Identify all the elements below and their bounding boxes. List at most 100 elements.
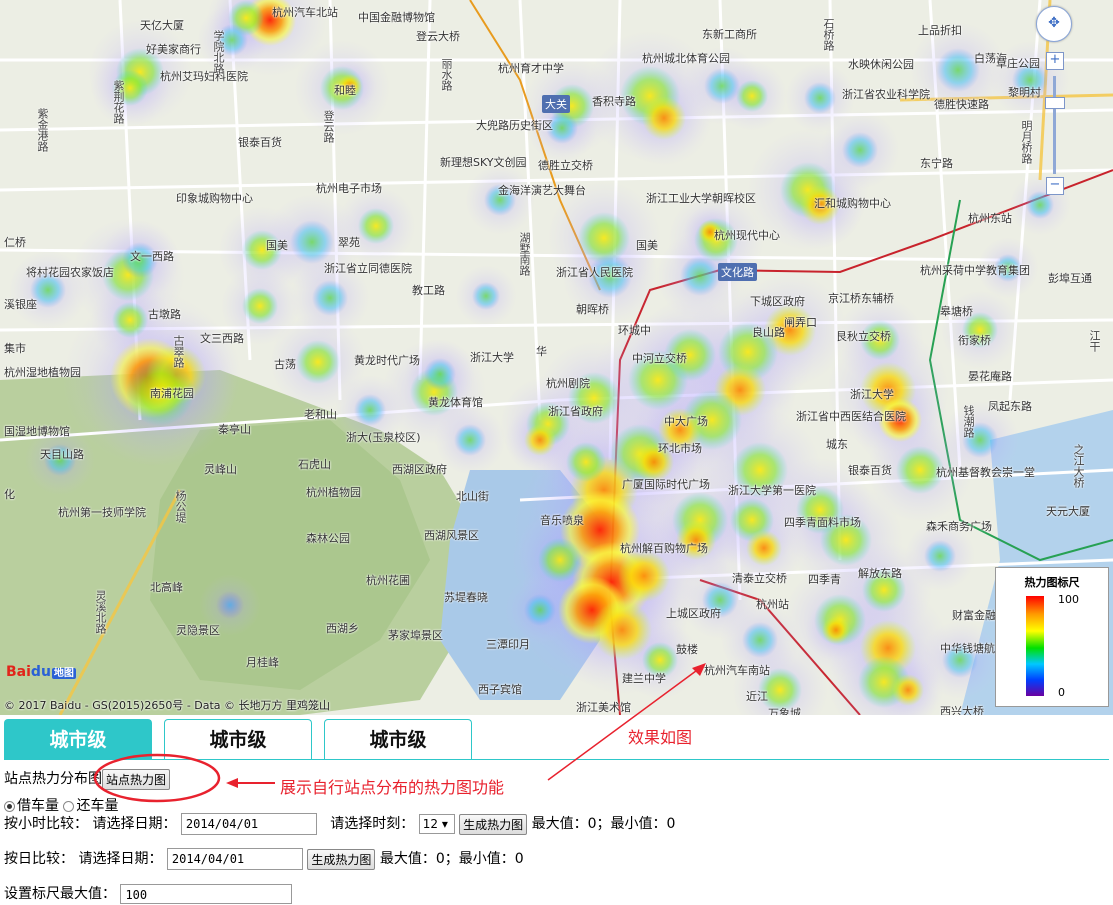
map-place-label[interactable]: 德胜快速路 — [934, 96, 989, 112]
map-place-label[interactable]: 教工路 — [412, 282, 445, 298]
map-place-label[interactable]: 浙江工业大学朝晖校区 — [646, 190, 756, 206]
map-place-label[interactable]: 杭州基督教会崇一堂 — [936, 464, 1035, 480]
map-place-label[interactable]: 天元大厦 — [1046, 503, 1090, 519]
return-radio[interactable] — [63, 800, 75, 812]
map-place-label[interactable]: 清泰立交桥 — [732, 570, 787, 586]
borrow-radio[interactable] — [4, 800, 15, 812]
map-place-label[interactable]: 浙大(玉泉校区) — [346, 429, 421, 445]
map-place-label[interactable]: 文三西路 — [200, 330, 244, 346]
map-place-label[interactable]: 国美 — [636, 237, 658, 253]
map-place-label[interactable]: 华 — [536, 343, 547, 359]
daily-date-input[interactable]: 2014/04/01 — [166, 848, 303, 870]
map-place-label[interactable]: 金海洋演艺大舞台 — [498, 182, 586, 198]
map-place-label[interactable]: 黎明村 — [1008, 84, 1041, 100]
station-heatmap-button[interactable]: 站点热力图 — [102, 768, 171, 790]
map-place-label[interactable]: 西子宾馆 — [478, 681, 522, 697]
map-place-label[interactable]: 城东 — [826, 436, 848, 452]
map-place-label[interactable]: 北高峰 — [150, 579, 183, 595]
map-place-label[interactable]: 杭州植物园 — [306, 484, 361, 500]
map-place-label[interactable]: 浙江美术馆 — [576, 699, 631, 715]
map-place-label[interactable]: 皋塘桥 — [940, 303, 973, 319]
map-place-label[interactable]: 仁桥 — [4, 234, 26, 250]
map-place-label[interactable]: 溪银座 — [4, 296, 37, 312]
map-place-label[interactable]: 近江 — [746, 688, 768, 704]
map-place-label[interactable]: 杭州站 — [756, 596, 789, 612]
map-place-label[interactable]: 杭州现代中心 — [714, 227, 780, 243]
map-place-label[interactable]: 印象城购物中心 — [176, 190, 253, 206]
map-place-label[interactable]: 新理想SKY文创园 — [440, 154, 527, 170]
map-place-label[interactable]: 森林公园 — [306, 530, 350, 546]
map-place-label[interactable]: 翠苑 — [338, 234, 360, 250]
map-place-label[interactable]: 浙江省政府 — [548, 403, 603, 419]
map-place-label[interactable]: 杭州湿地植物园 — [4, 364, 81, 380]
map-place-label[interactable]: 浙江省农业科学院 — [842, 86, 930, 102]
map-place-label[interactable]: 鼓楼 — [676, 641, 698, 657]
map-place-label[interactable]: 东宁路 — [920, 155, 953, 171]
hourly-generate-button[interactable]: 生成热力图 — [459, 813, 528, 835]
map-place-label[interactable]: 上品折扣 — [918, 22, 962, 38]
map-place-label[interactable]: 和睦 — [334, 82, 356, 98]
map-place-label[interactable]: 浙江省立同德医院 — [324, 260, 412, 276]
map-place-label[interactable]: 古荡 — [274, 356, 296, 372]
map-place-label[interactable]: 杭州第一技师学院 — [58, 504, 146, 520]
map-place-label[interactable]: 财富金融 — [952, 607, 996, 623]
map-place-label[interactable]: 上城区政府 — [666, 605, 721, 621]
map-place-label[interactable]: 银泰百货 — [848, 462, 892, 478]
map-place-label[interactable]: 国美 — [266, 237, 288, 253]
map-place-label[interactable]: 杭州电子市场 — [316, 180, 382, 196]
map-place-label[interactable]: 杭州剧院 — [546, 375, 590, 391]
map-place-label[interactable]: 中国金融博物馆 — [358, 9, 435, 25]
map-place-label[interactable]: 好美家商行 — [146, 41, 201, 57]
map-place-label[interactable]: 环北市场 — [658, 440, 702, 456]
map-place-label[interactable]: 天亿大厦 — [140, 17, 184, 33]
map-place-label[interactable]: 杭州采荷中学教育集团 — [920, 262, 1030, 278]
map-place-label[interactable]: 月桂峰 — [246, 654, 279, 670]
map-place-label[interactable]: 中河立交桥 — [632, 350, 687, 366]
heatmap-map[interactable]: 杭州汽车北站 中国金融博物馆 天亿大厦 登云大桥 东新工商所 上品折扣 白荡海 好美家商行 杭州… — [0, 0, 1113, 715]
map-place-label[interactable]: 老和山 — [304, 406, 337, 422]
map-place-label[interactable]: 建兰中学 — [622, 670, 666, 686]
map-place-label[interactable]: 闸弄口 — [784, 314, 817, 330]
map-place-label[interactable]: 万象城 — [768, 705, 801, 715]
scale-max-input[interactable]: 100 — [120, 884, 293, 904]
map-place-label[interactable]: 灵隐景区 — [176, 622, 220, 638]
map-place-label[interactable]: 四季青 — [808, 571, 841, 587]
map-place-label[interactable]: 浙江大学第一医院 — [728, 482, 816, 498]
map-place-label[interactable]: 文一西路 — [130, 248, 174, 264]
map-place-label[interactable]: 登云大桥 — [416, 28, 460, 44]
map-place-label[interactable]: 中大广场 — [664, 413, 708, 429]
hour-select[interactable]: 12 ▾ — [418, 814, 455, 834]
map-place-label[interactable]: 将村花园农家饭店 — [26, 264, 114, 280]
map-place-label[interactable]: 凤起东路 — [988, 398, 1032, 414]
map-place-label[interactable]: 西湖区政府 — [392, 461, 447, 477]
map-place-label[interactable]: 杭州育才中学 — [498, 60, 564, 76]
map-place-label[interactable]: 古墩路 — [148, 306, 181, 322]
map-place-label[interactable]: 杭州汽车北站 — [272, 4, 338, 20]
map-place-label[interactable]: 浙江大学 — [850, 386, 894, 402]
map-place-label[interactable]: 解放东路 — [858, 565, 902, 581]
map-place-label[interactable]: 杭州东站 — [968, 210, 1012, 226]
map-place-label[interactable]: 秦亭山 — [218, 421, 251, 437]
map-place-label[interactable]: 广厦国际时代广场 — [622, 476, 710, 492]
hourly-date-input[interactable]: 2014/04/01 — [180, 813, 317, 835]
map-place-label[interactable]: 浙江省中西医结合医院 — [796, 408, 906, 424]
map-place-label[interactable]: 大兜路历史街区 — [476, 117, 553, 133]
map-place-label[interactable]: 北山街 — [456, 488, 489, 504]
map-place-label[interactable]: 四季青面料市场 — [784, 514, 861, 530]
baidu-map-logo[interactable]: Baidu 地图 — [6, 664, 76, 680]
map-place-label[interactable]: 艮秋立交桥 — [836, 328, 891, 344]
map-place-label[interactable]: 西湖风景区 — [424, 527, 479, 543]
map-place-label[interactable]: 黄龙时代广场 — [354, 352, 420, 368]
map-place-label[interactable]: 西湖乡 — [326, 620, 359, 636]
zoom-slider-track[interactable] — [1053, 76, 1056, 174]
map-place-label[interactable]: 天目山路 — [40, 446, 84, 462]
map-place-label[interactable]: 良山路 — [752, 324, 785, 340]
map-place-label[interactable]: 杭州艾玛妇科医院 — [160, 68, 248, 84]
map-place-label[interactable]: 杭州城北体育公园 — [642, 50, 730, 66]
map-place-label[interactable]: 汇和城购物中心 — [814, 195, 891, 211]
map-place-label[interactable]: 石虎山 — [298, 456, 331, 472]
map-place-label[interactable]: 浙江大学 — [470, 349, 514, 365]
daily-generate-button[interactable]: 生成热力图 — [307, 848, 376, 870]
map-place-label[interactable]: 银泰百货 — [238, 134, 282, 150]
map-place-label[interactable]: 南浦花园 — [150, 385, 194, 401]
